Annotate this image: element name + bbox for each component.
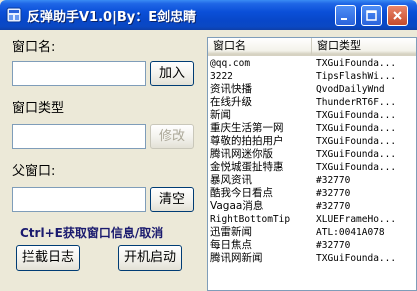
minimize-button[interactable] bbox=[335, 5, 356, 26]
row-window-name: 金悦城蛋扯特惠 bbox=[210, 161, 284, 173]
row-window-class: TXGuiFounda... bbox=[316, 162, 397, 173]
window-title: 反弹助手V1.0|By：E剑忠睛 bbox=[27, 10, 197, 25]
app-icon bbox=[6, 7, 22, 23]
row-window-class: QvodDailyWnd bbox=[316, 84, 385, 95]
list-row[interactable]: 金悦城蛋扯特惠 TXGuiFounda... bbox=[208, 161, 416, 174]
maximize-icon bbox=[366, 10, 377, 21]
list-row[interactable]: 尊敬的拍拍用户 TXGuiFounda... bbox=[208, 135, 416, 148]
row-window-class: XLUEFrameHo... bbox=[316, 214, 397, 225]
row-window-name: 暴风资讯 bbox=[210, 174, 252, 186]
main-panel: 窗口名: 加入 窗口类型 修改 父窗口: 清空 Ctrl+E获取窗口信息/取消 … bbox=[4, 30, 417, 291]
list-body: @qq.com TXGuiFounda... 3222 TipsFlashWi...… bbox=[208, 57, 416, 265]
window-list[interactable]: 窗口名 窗口类型 @qq.com TXGuiFounda... 3222 TipsF… bbox=[207, 37, 417, 291]
row-window-class: ATL:0041A078 bbox=[316, 227, 385, 238]
row-window-name: @qq.com bbox=[210, 58, 251, 69]
parent-window-input[interactable] bbox=[12, 187, 146, 212]
add-button[interactable]: 加入 bbox=[150, 61, 194, 86]
list-row[interactable]: 酷我今日看点 #32770 bbox=[208, 187, 416, 200]
row-window-name: 迅雷新闻 bbox=[210, 226, 252, 238]
window-name-label: 窗口名: bbox=[12, 40, 56, 55]
row-window-name: 酷我今日看点 bbox=[210, 187, 273, 199]
row-window-name: 重庆生活第一网 bbox=[210, 122, 284, 134]
column-header-class[interactable]: 窗口类型 bbox=[312, 38, 416, 56]
window-class-input[interactable] bbox=[12, 124, 146, 149]
row-window-class: TXGuiFounda... bbox=[316, 58, 397, 69]
list-row[interactable]: 资讯快播 QvodDailyWnd bbox=[208, 83, 416, 96]
list-row[interactable]: RightBottomTip XLUEFrameHo... bbox=[208, 213, 416, 226]
list-row[interactable]: 腾讯网新闻 TXGuiFounda... bbox=[208, 252, 416, 265]
list-row[interactable]: 迅雷新闻 ATL:0041A078 bbox=[208, 226, 416, 239]
list-row[interactable]: @qq.com TXGuiFounda... bbox=[208, 57, 416, 70]
row-window-name: Vagaa消息 bbox=[210, 200, 264, 212]
row-window-name: 在线升级 bbox=[210, 96, 252, 108]
row-window-name: RightBottomTip bbox=[210, 214, 291, 225]
title-bar[interactable]: 反弹助手V1.0|By：E剑忠睛 bbox=[0, 0, 417, 30]
list-row[interactable]: 新闻 TXGuiFounda... bbox=[208, 109, 416, 122]
row-window-name: 3222 bbox=[210, 71, 233, 82]
list-row[interactable]: 腾讯网迷你版 TXGuiFounda... bbox=[208, 148, 416, 161]
window-class-label: 窗口类型 bbox=[12, 101, 65, 116]
clear-button[interactable]: 清空 bbox=[150, 187, 194, 212]
row-window-class: #32770 bbox=[316, 240, 351, 251]
list-row[interactable]: 3222 TipsFlashWi... bbox=[208, 70, 416, 83]
list-header: 窗口名 窗口类型 bbox=[208, 38, 416, 56]
list-row[interactable]: 在线升级 ThunderRT6F... bbox=[208, 96, 416, 109]
row-window-class: TXGuiFounda... bbox=[316, 136, 397, 147]
row-window-name: 腾讯网迷你版 bbox=[210, 148, 273, 160]
row-window-name: 新闻 bbox=[210, 109, 231, 121]
row-window-class: TXGuiFounda... bbox=[316, 149, 397, 160]
row-window-class: #32770 bbox=[316, 175, 351, 186]
maximize-button[interactable] bbox=[361, 5, 382, 26]
row-window-class: #32770 bbox=[316, 201, 351, 212]
row-window-name: 资讯快播 bbox=[210, 83, 252, 95]
parent-window-label: 父窗口: bbox=[12, 164, 56, 179]
column-header-name[interactable]: 窗口名 bbox=[208, 38, 312, 56]
startup-button[interactable]: 开机启动 bbox=[118, 245, 182, 271]
modify-button[interactable]: 修改 bbox=[150, 124, 194, 149]
list-row[interactable]: 重庆生活第一网 TXGuiFounda... bbox=[208, 122, 416, 135]
window-name-input[interactable] bbox=[12, 61, 146, 86]
row-window-name: 腾讯网新闻 bbox=[210, 252, 263, 264]
list-row[interactable]: Vagaa消息 #32770 bbox=[208, 200, 416, 213]
list-row[interactable]: 暴风资讯 #32770 bbox=[208, 174, 416, 187]
row-window-name: 每日焦点 bbox=[210, 239, 252, 251]
row-window-class: TXGuiFounda... bbox=[316, 123, 397, 134]
row-window-class: #32770 bbox=[316, 188, 351, 199]
row-window-class: TXGuiFounda... bbox=[316, 110, 397, 121]
intercept-log-button[interactable]: 拦截日志 bbox=[16, 245, 80, 271]
row-window-name: 尊敬的拍拍用户 bbox=[210, 135, 284, 147]
row-window-class: TXGuiFounda... bbox=[316, 253, 397, 264]
list-row[interactable]: 每日焦点 #32770 bbox=[208, 239, 416, 252]
minimize-icon bbox=[341, 18, 347, 20]
hotkey-hint: Ctrl+E获取窗口信息/取消 bbox=[20, 226, 164, 240]
close-icon bbox=[393, 11, 402, 20]
close-button[interactable] bbox=[387, 5, 408, 26]
row-window-class: ThunderRT6F... bbox=[316, 97, 397, 108]
row-window-class: TipsFlashWi... bbox=[316, 71, 397, 82]
